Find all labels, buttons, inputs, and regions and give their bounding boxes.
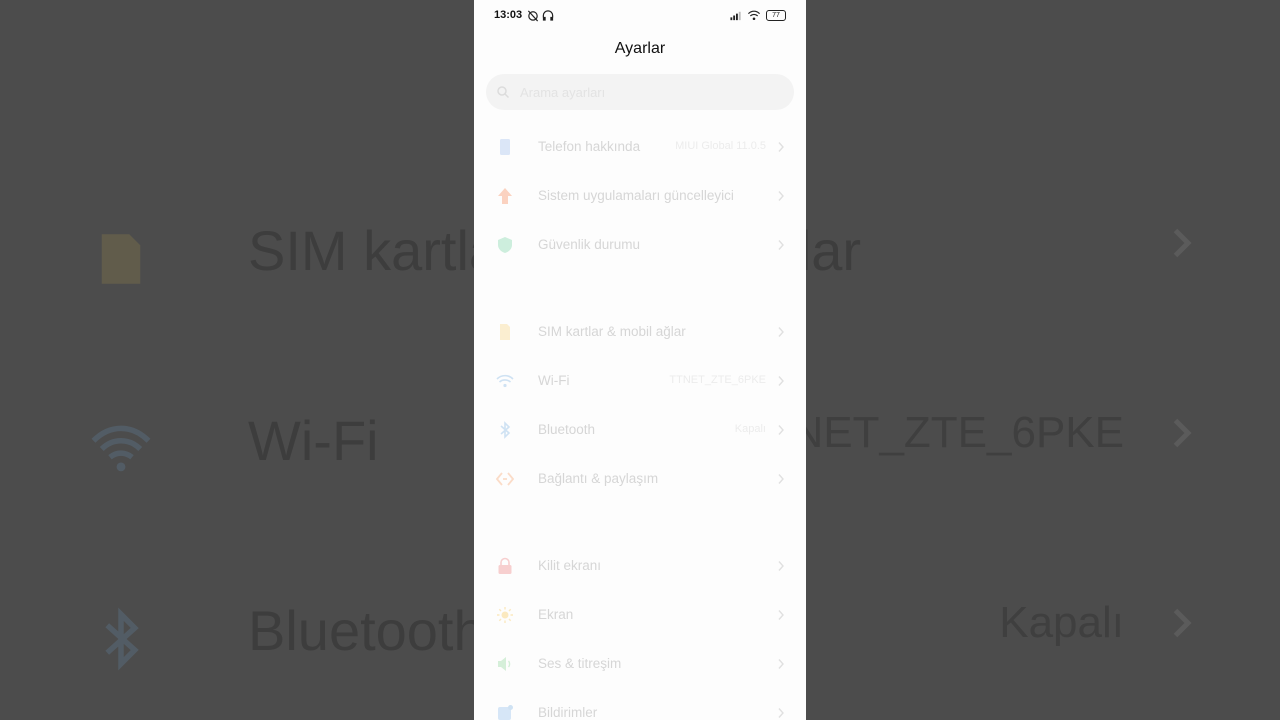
- search-input[interactable]: Arama ayarları: [486, 74, 794, 110]
- list-item-sim-cards[interactable]: SIM kartlar & mobil ağlar: [474, 309, 806, 357]
- phone-icon: [500, 139, 510, 155]
- wifi-icon: [91, 425, 151, 472]
- sim-card-icon: [500, 324, 510, 340]
- chevron-right-icon: [778, 474, 784, 484]
- chevron-right-icon: [778, 376, 784, 386]
- list-item-system-apps-updater[interactable]: Sistem uygulamaları güncelleyici: [474, 173, 806, 221]
- chevron-right-icon: [778, 142, 784, 152]
- chevron-right-icon: [778, 561, 784, 571]
- list-item-about-phone[interactable]: Telefon hakkında MIUI Global 11.0.5: [474, 124, 806, 172]
- item-label: Bildirimler: [538, 705, 598, 720]
- notifications-icon: [498, 705, 513, 720]
- arrow-up-icon: [498, 188, 512, 204]
- status-time: 13:03: [494, 9, 523, 21]
- item-label: Wi-Fi: [538, 373, 570, 388]
- item-label: Kilit ekranı: [538, 558, 602, 573]
- item-value: Kapalı: [734, 423, 766, 435]
- list-item-display[interactable]: Ekran: [474, 592, 806, 640]
- chevron-right-icon: [778, 191, 784, 201]
- bg-label: Bluetooth: [248, 599, 485, 662]
- chevron-right-icon: [778, 610, 784, 620]
- chevron-right-icon: [1173, 228, 1192, 258]
- alarm-off-icon: [527, 10, 539, 22]
- chevron-right-icon: [778, 659, 784, 669]
- bluetooth-icon: [500, 421, 511, 439]
- battery-indicator: 77: [766, 10, 786, 21]
- connection-sharing-icon: [496, 472, 514, 486]
- list-item-wifi[interactable]: Wi-Fi TTNET_ZTE_6PKE: [474, 358, 806, 406]
- speaker-icon: [498, 657, 511, 671]
- item-label: SIM kartlar & mobil ağlar: [538, 324, 686, 339]
- phone-screen: 13:03 77 Ayarlar Arama ayarları Telefon …: [474, 0, 806, 720]
- chevron-right-icon: [778, 327, 784, 337]
- chevron-right-icon: [778, 425, 784, 435]
- bg-label: Wi-Fi: [248, 409, 379, 472]
- item-label: Güvenlik durumu: [538, 237, 641, 252]
- search-placeholder: Arama ayarları: [520, 85, 606, 100]
- chevron-right-icon: [1173, 418, 1192, 448]
- page-title: Ayarlar: [614, 40, 666, 57]
- headphones-icon: [542, 10, 554, 21]
- sun-icon: [497, 607, 513, 623]
- wifi-icon: [496, 374, 514, 388]
- item-value: TTNET_ZTE_6PKE: [669, 374, 766, 386]
- status-bar: 13:03 77: [474, 0, 806, 30]
- item-label: Sistem uygulamaları güncelleyici: [538, 188, 734, 203]
- item-label: Ses & titreşim: [538, 656, 622, 671]
- list-item-security-status[interactable]: Güvenlik durumu: [474, 222, 806, 270]
- item-label: Bağlantı & paylaşım: [538, 471, 659, 486]
- chevron-right-icon: [778, 708, 784, 718]
- chevron-right-icon: [1173, 608, 1192, 638]
- item-value: MIUI Global 11.0.5: [675, 140, 766, 152]
- item-label: Ekran: [538, 607, 574, 622]
- lock-icon: [498, 557, 512, 574]
- sim-card-icon: [101, 234, 141, 284]
- list-item-bluetooth[interactable]: Bluetooth Kapalı: [474, 407, 806, 455]
- list-item-lock-screen[interactable]: Kilit ekranı: [474, 543, 806, 591]
- list-item-connection-sharing[interactable]: Bağlantı & paylaşım: [474, 456, 806, 504]
- list-item-sound-vibration[interactable]: Ses & titreşim: [474, 641, 806, 689]
- search-icon: [497, 86, 510, 99]
- item-label: Bluetooth: [538, 422, 596, 437]
- list-item-notifications[interactable]: Bildirimler: [474, 690, 806, 720]
- item-label: Telefon hakkında: [538, 139, 641, 154]
- chevron-right-icon: [778, 240, 784, 250]
- shield-icon: [498, 237, 512, 253]
- wifi-status-icon: [748, 10, 760, 21]
- bluetooth-icon: [105, 607, 139, 671]
- signal-icon: [730, 11, 741, 21]
- bg-value: Kapalı: [999, 598, 1124, 647]
